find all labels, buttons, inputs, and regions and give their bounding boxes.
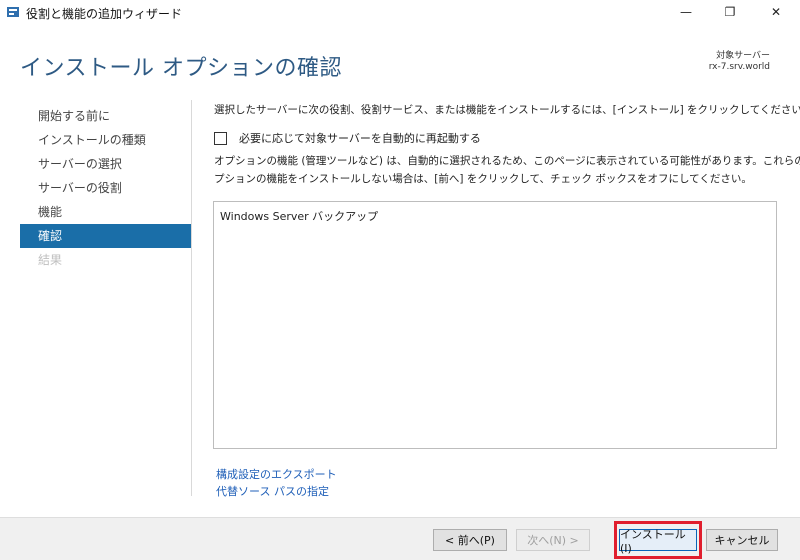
sidebar-item-features[interactable]: 機能 (20, 200, 191, 224)
sidebar-item-server-selection[interactable]: サーバーの選択 (20, 152, 191, 176)
sidebar-item-results: 結果 (38, 253, 63, 267)
export-settings-link[interactable]: 構成設定のエクスポート (216, 466, 337, 482)
wizard-footer: < 前へ(P) 次へ(N) > インストール(I) キャンセル (0, 517, 800, 560)
install-button[interactable]: インストール(I) (619, 528, 697, 555)
restart-checkbox-label[interactable]: 必要に応じて対象サーバーを自動的に再起動する (239, 130, 481, 146)
selected-features-list[interactable]: Windows Server バックアップ (213, 201, 777, 449)
target-server-label: 対象サーバー (716, 51, 770, 61)
close-icon: ✕ (770, 5, 782, 19)
title-bar: 役割と機能の追加ウィザード — ❐ ✕ (0, 0, 800, 26)
cancel-button[interactable]: キャンセル (706, 529, 778, 551)
sidebar-divider (191, 100, 192, 496)
intro-text: 選択したサーバーに次の役割、役割サービス、または機能をインストールするには、[イ… (214, 104, 800, 116)
server-manager-icon (7, 7, 19, 17)
sidebar-item-server-roles[interactable]: サーバーの役割 (20, 176, 191, 200)
optional-features-description-line2: プションの機能をインストールしない場合は、[前へ] をクリックして、チェック ボ… (214, 173, 752, 185)
minimize-icon: — (680, 5, 692, 19)
alternate-source-path-link[interactable]: 代替ソース パスの指定 (216, 483, 329, 499)
minimize-button[interactable]: — (664, 0, 708, 24)
list-item: Windows Server バックアップ (220, 210, 379, 223)
restart-option[interactable]: 必要に応じて対象サーバーを自動的に再起動する (214, 130, 481, 146)
window-title: 役割と機能の追加ウィザード (26, 7, 183, 21)
maximize-icon: ❐ (724, 5, 736, 19)
sidebar-item-confirmation[interactable]: 確認 (20, 224, 191, 248)
previous-button[interactable]: < 前へ(P) (433, 529, 507, 551)
maximize-button[interactable]: ❐ (708, 0, 752, 24)
next-button[interactable]: 次へ(N) > (516, 529, 590, 551)
sidebar-item-installation-type[interactable]: インストールの種類 (20, 128, 191, 152)
restart-checkbox[interactable] (214, 131, 227, 145)
wizard-steps-sidebar: 開始する前に インストールの種類 サーバーの選択 サーバーの役割 機能 確認 結… (20, 104, 191, 272)
close-button[interactable]: ✕ (754, 0, 798, 24)
target-server-value: rx-7.srv.world (708, 62, 770, 72)
optional-features-description-line1: オプションの機能 (管理ツールなど) は、自動的に選択されるため、このページに表… (214, 155, 800, 167)
page-title: インストール オプションの確認 (20, 56, 343, 81)
sidebar-item-before-you-begin[interactable]: 開始する前に (20, 104, 191, 128)
